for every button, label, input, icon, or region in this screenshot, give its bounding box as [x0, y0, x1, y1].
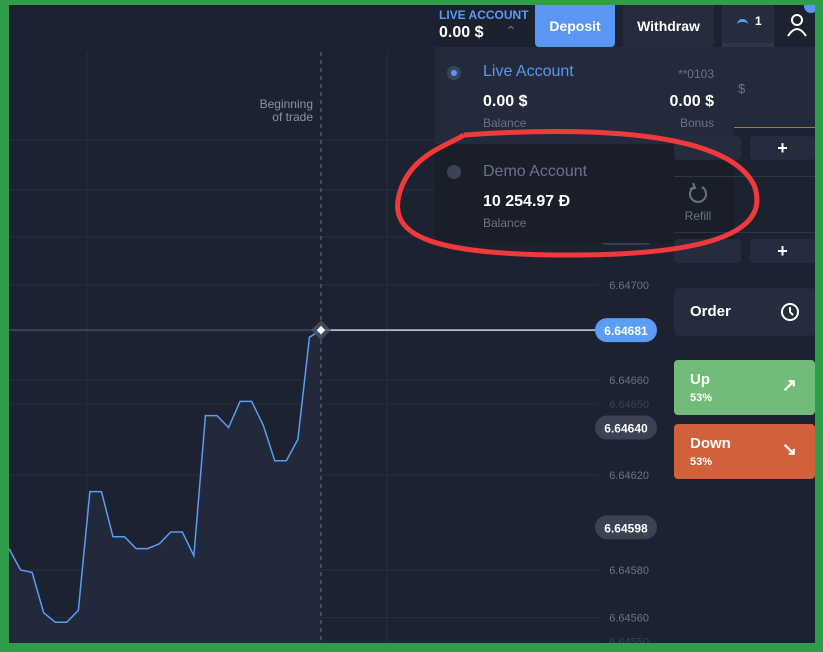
live-account-name: Live Account	[483, 63, 574, 80]
arrow-up-right-icon: ↗	[781, 375, 797, 395]
order-label: Order	[690, 303, 731, 320]
demo-balance: 10 254.97 Đ	[483, 193, 571, 210]
side-panel-time[interactable]	[674, 176, 815, 233]
live-account-option[interactable]: Live Account **0103 0.00 $ Balance 0.00 …	[435, 47, 734, 142]
y-tick-label-faded: 6.64550	[609, 636, 649, 643]
deposit-button[interactable]: Deposit	[535, 5, 615, 47]
down-button[interactable]: Down 53% ↘	[674, 424, 815, 479]
account-type-label: LIVE ACCOUNT	[439, 8, 529, 22]
beginning-of-trade-label: Beginning	[260, 97, 313, 111]
y-tick-label: 6.64700	[609, 280, 649, 292]
price-area	[9, 330, 321, 643]
down-percent: 53%	[690, 456, 713, 468]
open-trades-count: 1	[755, 14, 762, 28]
y-tick-label: 6.64580	[609, 565, 649, 577]
current-price-marker: 6.64681	[604, 324, 648, 338]
live-balance: 0.00 $	[483, 93, 528, 110]
amount-plus-button[interactable]: +	[750, 136, 815, 160]
price-marker: 6.64640	[604, 422, 648, 436]
chevron-up-icon: ⌃	[505, 23, 517, 39]
withdraw-button[interactable]: Withdraw	[623, 5, 714, 47]
live-balance-label: Balance	[483, 116, 527, 130]
y-tick-label: 6.64660	[609, 375, 649, 387]
demo-radio[interactable]	[447, 165, 461, 179]
up-button[interactable]: Up 53% ↗	[674, 360, 815, 415]
up-label: Up	[690, 371, 710, 388]
time-minus-button[interactable]	[674, 239, 741, 263]
y-tick-label-faded: 6.64650	[609, 399, 649, 411]
trading-app: 6.64700 6.64660 6.64620 6.64580 6.64560 6.646…	[9, 5, 815, 643]
trades-arc-icon	[737, 19, 748, 28]
y-tick-label: 6.64560	[609, 613, 649, 625]
demo-balance-label: Balance	[483, 216, 527, 230]
live-radio[interactable]	[447, 66, 461, 80]
price-marker: 6.64598	[604, 521, 648, 535]
up-percent: 53%	[690, 392, 713, 404]
y-tick-label: 6.64620	[609, 470, 649, 482]
demo-account-name: Demo Account	[483, 163, 588, 180]
account-balance: 0.00 $	[439, 24, 484, 41]
order-button[interactable]: Order	[674, 288, 815, 336]
live-bonus: 0.00 $	[669, 93, 714, 110]
beginning-of-trade-label: of trade	[272, 110, 313, 124]
down-label: Down	[690, 435, 731, 452]
arrow-down-right-icon: ↘	[781, 439, 797, 459]
currency-symbol: $	[738, 81, 746, 96]
account-selector[interactable]: LIVE ACCOUNT 0.00 $ ⌃	[436, 5, 532, 47]
clock-icon	[781, 303, 799, 321]
amount-minus-button[interactable]	[674, 136, 741, 160]
time-plus-button[interactable]: +	[750, 239, 815, 263]
live-bonus-label: Bonus	[679, 116, 714, 130]
open-trades-button[interactable]: 1	[722, 5, 774, 47]
live-account-id: **0103	[677, 67, 714, 81]
side-panel-amount[interactable]: $	[734, 47, 815, 128]
